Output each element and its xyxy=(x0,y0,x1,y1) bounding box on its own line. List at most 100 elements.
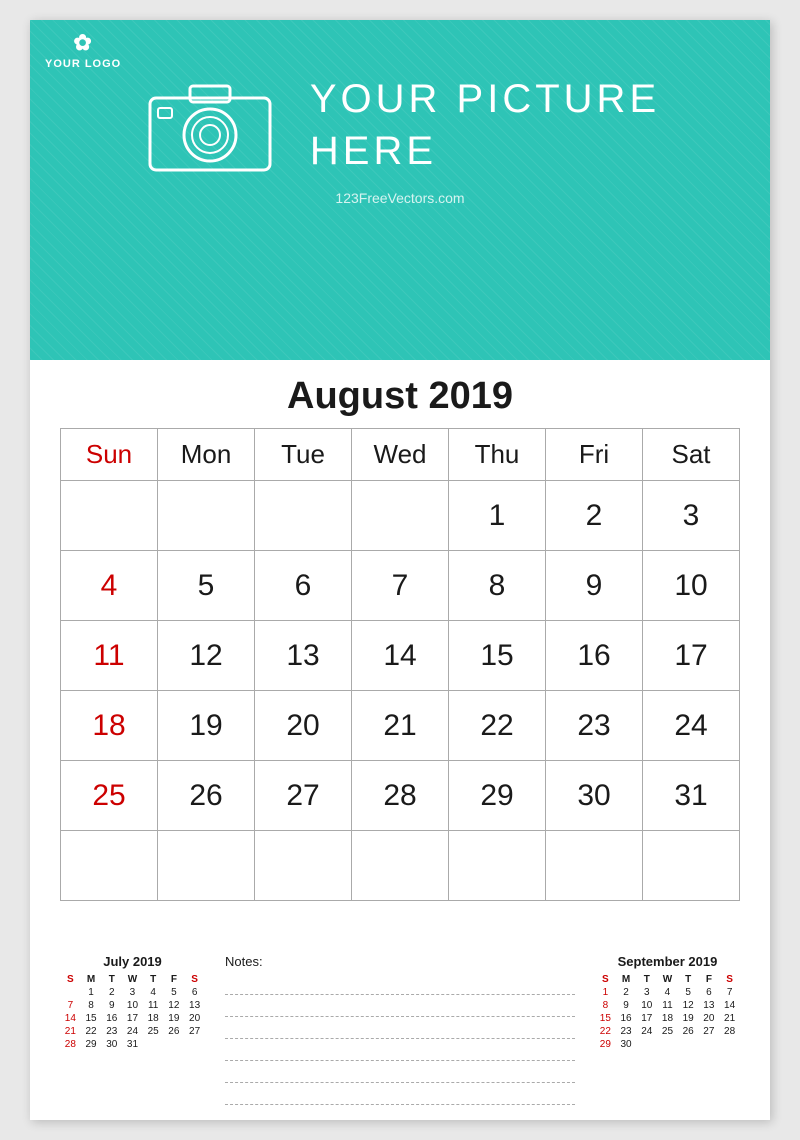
list-item: 9 xyxy=(616,999,637,1012)
note-line-6 xyxy=(225,1083,575,1105)
list-item: T xyxy=(101,973,122,986)
sep-table: SMTWTFS 12345678910111213141516171819202… xyxy=(595,973,740,1051)
logo-area: ✿ YOUR LOGO xyxy=(45,30,121,70)
list-item: S xyxy=(719,973,740,986)
list-item: 2 xyxy=(101,986,122,999)
logo-flower-icon: ✿ xyxy=(73,30,92,56)
table-row: 30 xyxy=(546,761,643,831)
list-item: 4 xyxy=(657,986,678,999)
list-item: 19 xyxy=(164,1012,185,1025)
table-row: 19 xyxy=(158,691,255,761)
table-row: 29 xyxy=(449,761,546,831)
list-item: 12 xyxy=(678,999,699,1012)
table-row: 11 xyxy=(61,621,158,691)
list-item: 23 xyxy=(101,1025,122,1038)
table-row: 31 xyxy=(643,761,740,831)
list-item xyxy=(184,1038,205,1051)
list-item: 25 xyxy=(143,1025,164,1038)
list-item xyxy=(143,1038,164,1051)
main-calendar: Sun Mon Tue Wed Thu Fri Sat 123456789101… xyxy=(60,428,740,901)
table-row: 4 xyxy=(61,551,158,621)
header-tue: Tue xyxy=(255,429,352,481)
list-item xyxy=(164,1038,185,1051)
table-row: 22 xyxy=(449,691,546,761)
list-item xyxy=(678,1038,699,1051)
list-item: F xyxy=(164,973,185,986)
list-item: 11 xyxy=(657,999,678,1012)
list-item: 16 xyxy=(101,1012,122,1025)
table-row xyxy=(61,481,158,551)
list-item: 4 xyxy=(143,986,164,999)
list-item: 19 xyxy=(678,1012,699,1025)
table-row xyxy=(352,481,449,551)
table-row: 5 xyxy=(158,551,255,621)
sep-title: September 2019 xyxy=(595,954,740,969)
table-row: 14 xyxy=(352,621,449,691)
list-item: 13 xyxy=(699,999,720,1012)
list-item: S xyxy=(184,973,205,986)
list-item: S xyxy=(60,973,81,986)
table-row: 1 xyxy=(449,481,546,551)
table-row: 3 xyxy=(643,481,740,551)
list-item: 8 xyxy=(595,999,616,1012)
table-row xyxy=(352,831,449,901)
list-item: 26 xyxy=(678,1025,699,1038)
note-line-5 xyxy=(225,1061,575,1083)
header-sun: Sun xyxy=(61,429,158,481)
list-item: 24 xyxy=(636,1025,657,1038)
list-item: 11 xyxy=(143,999,164,1012)
table-row: 8 xyxy=(449,551,546,621)
note-line-3 xyxy=(225,1017,575,1039)
note-line-2 xyxy=(225,995,575,1017)
list-item: 6 xyxy=(699,986,720,999)
list-item: 20 xyxy=(184,1012,205,1025)
list-item: W xyxy=(657,973,678,986)
list-item xyxy=(657,1038,678,1051)
table-row xyxy=(546,831,643,901)
list-item: 15 xyxy=(595,1012,616,1025)
list-item: 27 xyxy=(184,1025,205,1038)
list-item: 18 xyxy=(143,1012,164,1025)
list-item: 28 xyxy=(60,1038,81,1051)
list-item: F xyxy=(699,973,720,986)
table-row xyxy=(449,831,546,901)
list-item: 10 xyxy=(636,999,657,1012)
table-row: 27 xyxy=(255,761,352,831)
picture-area: YOUR PICTURE HERE xyxy=(45,30,755,190)
list-item: 12 xyxy=(164,999,185,1012)
list-item: 9 xyxy=(101,999,122,1012)
table-row xyxy=(158,481,255,551)
list-item: 6 xyxy=(184,986,205,999)
month-title: August 2019 xyxy=(60,375,740,418)
table-row: 21 xyxy=(352,691,449,761)
list-item: 10 xyxy=(122,999,143,1012)
list-item: 7 xyxy=(60,999,81,1012)
list-item: 28 xyxy=(719,1025,740,1038)
list-item: 5 xyxy=(678,986,699,999)
list-item xyxy=(60,986,81,999)
list-item: 3 xyxy=(122,986,143,999)
list-item: 1 xyxy=(81,986,102,999)
notes-label: Notes: xyxy=(225,954,575,969)
picture-text-line1: YOUR PICTURE xyxy=(310,73,660,125)
table-row: 24 xyxy=(643,691,740,761)
table-row xyxy=(255,481,352,551)
list-item: 14 xyxy=(60,1012,81,1025)
note-line-1 xyxy=(225,973,575,995)
table-row xyxy=(158,831,255,901)
list-item: 1 xyxy=(595,986,616,999)
calendar-section: August 2019 Sun Mon Tue Wed Thu Fri Sat … xyxy=(30,360,770,944)
picture-text-line2: HERE xyxy=(310,125,660,177)
table-row: 17 xyxy=(643,621,740,691)
list-item: 17 xyxy=(636,1012,657,1025)
mini-sep-calendar: September 2019 SMTWTFS 12345678910111213… xyxy=(595,954,740,1105)
bottom-section: July 2019 SMTWTFS 1234567891011121314151… xyxy=(30,944,770,1120)
list-item: S xyxy=(595,973,616,986)
list-item: 24 xyxy=(122,1025,143,1038)
logo-text: YOUR LOGO xyxy=(45,58,121,70)
list-item: 30 xyxy=(101,1038,122,1051)
list-item: 18 xyxy=(657,1012,678,1025)
table-row: 15 xyxy=(449,621,546,691)
table-row: 12 xyxy=(158,621,255,691)
list-item: 20 xyxy=(699,1012,720,1025)
